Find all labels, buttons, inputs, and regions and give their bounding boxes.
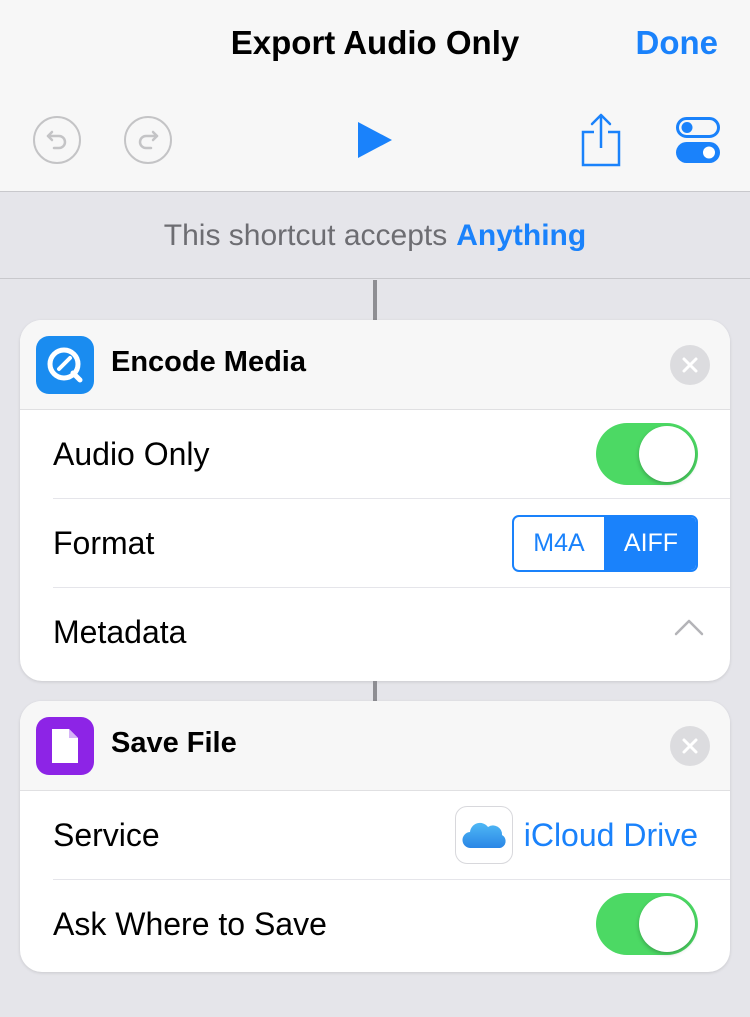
play-button[interactable] xyxy=(356,120,394,165)
format-option-aiff[interactable]: AIFF xyxy=(604,517,696,570)
accepts-prefix: This shortcut accepts xyxy=(163,218,448,252)
accepts-type-link[interactable]: Anything xyxy=(456,219,586,253)
share-icon xyxy=(581,113,621,167)
save-file-header: Save File xyxy=(20,701,730,791)
audio-only-row: Audio Only xyxy=(53,410,730,499)
save-file-title: Save File xyxy=(111,727,237,759)
ask-where-label: Ask Where to Save xyxy=(53,906,327,942)
metadata-label: Metadata xyxy=(53,614,187,650)
undo-icon xyxy=(46,130,67,150)
service-picker[interactable]: iCloud Drive xyxy=(454,805,698,865)
accepts-bar: This shortcut accepts Anything xyxy=(0,193,750,279)
format-label: Format xyxy=(53,525,155,561)
flow-connector xyxy=(373,280,377,320)
encode-media-title: Encode Media xyxy=(111,346,306,378)
audio-only-toggle[interactable] xyxy=(596,423,698,485)
quicktime-icon xyxy=(36,336,94,394)
settings-toggles-icon xyxy=(676,117,720,163)
format-row: Format M4A AIFF xyxy=(53,499,730,588)
ask-where-row: Ask Where to Save xyxy=(53,880,730,969)
close-icon xyxy=(682,738,698,754)
audio-only-label: Audio Only xyxy=(53,436,210,472)
document-icon xyxy=(36,717,94,775)
undo-button[interactable] xyxy=(33,116,81,164)
format-segmented-control: M4A AIFF xyxy=(512,515,698,572)
service-row: Service iCloud Drive xyxy=(53,791,730,880)
flow-connector xyxy=(373,681,377,701)
encode-media-card: Encode Media Audio Only Format M4A AIFF … xyxy=(20,320,730,681)
remove-encode-media-button[interactable] xyxy=(670,345,710,385)
close-icon xyxy=(682,357,698,373)
share-button[interactable] xyxy=(580,112,622,173)
play-icon xyxy=(358,122,392,158)
remove-save-file-button[interactable] xyxy=(670,726,710,766)
metadata-row[interactable]: Metadata xyxy=(53,588,730,677)
save-file-card: Save File Service iCloud Drive Ask Where… xyxy=(20,701,730,972)
navigation-header: Export Audio Only Done xyxy=(0,0,750,192)
encode-media-header: Encode Media xyxy=(20,320,730,410)
service-value-text: iCloud Drive xyxy=(523,816,698,853)
icloud-icon xyxy=(454,806,513,864)
settings-button[interactable] xyxy=(676,117,720,168)
done-button[interactable]: Done xyxy=(636,24,719,62)
redo-button[interactable] xyxy=(124,116,172,164)
format-option-m4a[interactable]: M4A xyxy=(514,517,604,570)
chevron-up-icon[interactable] xyxy=(674,618,704,641)
ask-where-toggle[interactable] xyxy=(596,893,698,955)
service-label: Service xyxy=(53,817,160,853)
redo-icon xyxy=(138,130,159,150)
